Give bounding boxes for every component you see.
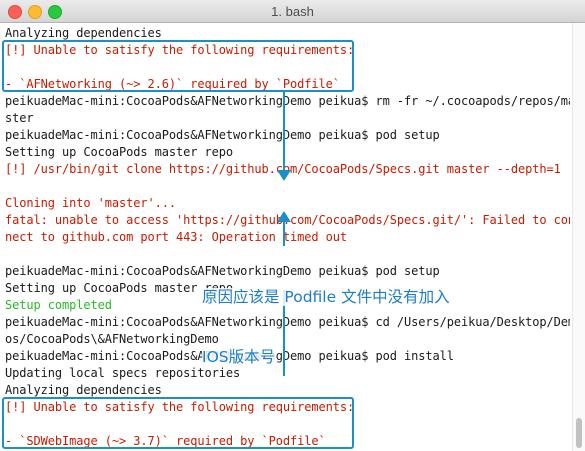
annotation-note: 原因应该是 Podfile 文件中没有加入 IOS版本号: [202, 247, 450, 407]
vertical-scrollbar[interactable]: [572, 23, 585, 451]
annotation-line-2: IOS版本号: [202, 348, 276, 366]
terminal-line: os/CocoaPods\&AFNetworkingDemo: [5, 332, 219, 346]
arrow-up-line-top: [283, 222, 285, 246]
terminal-window: 1. bash Analyzing dependencies [!] Unable…: [0, 0, 585, 451]
arrow-down-line: [283, 92, 285, 172]
terminal-line: peikuadeMac-mini:CocoaPods&AFNetworkingD…: [5, 128, 440, 142]
terminal-line: ster: [5, 111, 34, 125]
arrow-up-head-top: [277, 211, 291, 222]
terminal-line: nect to github.com port 443: Operation t…: [5, 230, 347, 244]
error-highlight-box-top: [2, 40, 354, 92]
title-bar[interactable]: 1. bash: [0, 0, 585, 23]
terminal-line: peikuadeMac-mini:CocoaPods&AFNetworkingD…: [5, 94, 570, 108]
scrollbar-thumb[interactable]: [576, 418, 582, 448]
terminal-line: Cloning into 'master'...: [5, 196, 176, 210]
window-title: 1. bash: [271, 4, 314, 19]
terminal-line: Setting up CocoaPods master repo: [5, 145, 233, 159]
terminal-line: Setting up CocoaPods master repo: [5, 281, 233, 295]
annotation-line-1: 原因应该是 Podfile 文件中没有加入: [202, 288, 450, 306]
arrow-down-head: [277, 170, 291, 181]
terminal-line: Setup completed: [5, 298, 112, 312]
